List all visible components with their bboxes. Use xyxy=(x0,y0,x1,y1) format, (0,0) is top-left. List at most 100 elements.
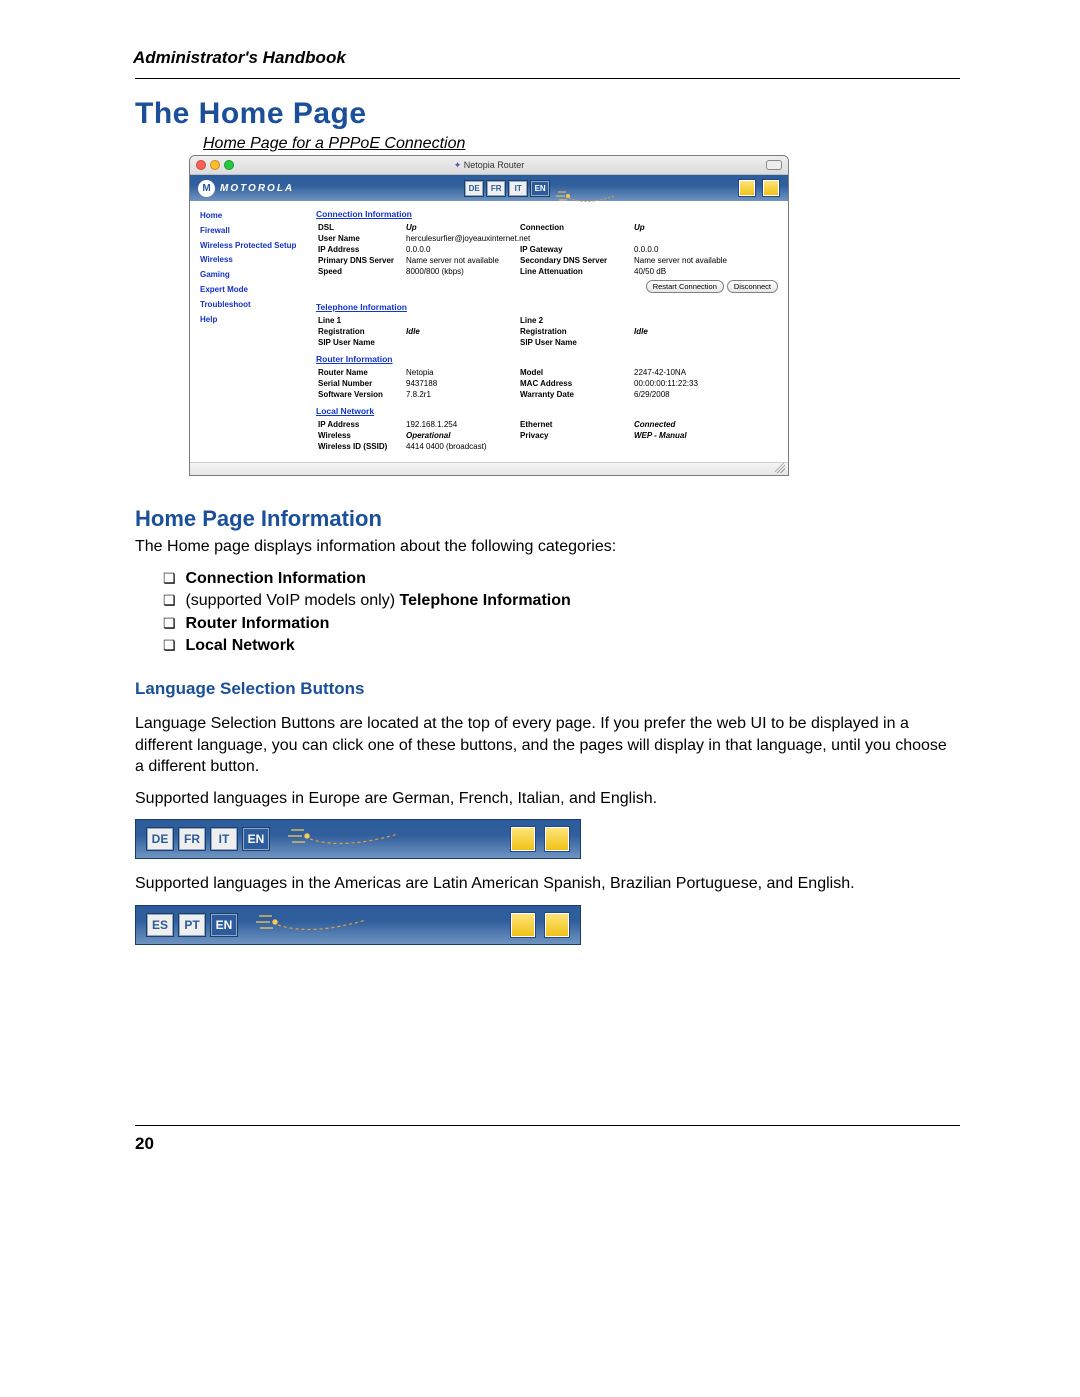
group-title: Connection Information xyxy=(316,209,778,219)
disconnect-button[interactable]: Disconnect xyxy=(727,280,778,293)
cell: Idle xyxy=(404,326,518,337)
lang-button-en[interactable]: EN xyxy=(210,913,238,937)
sidebar-item-gaming[interactable]: Gaming xyxy=(200,268,302,283)
resize-grip-icon[interactable] xyxy=(775,463,785,473)
info-table: DSLUpConnectionUpUser Nameherculesurfier… xyxy=(316,222,778,277)
cell: Primary DNS Server xyxy=(316,255,404,266)
decorative-spark-icon xyxy=(288,820,502,858)
lang-p1: Language Selection Buttons are located a… xyxy=(135,713,960,778)
brand-text: MOTOROLA xyxy=(220,183,294,194)
cell: 7.8.2r1 xyxy=(404,389,518,400)
cell: 00:00:00:11:22:33 xyxy=(632,378,778,389)
cell: Wireless xyxy=(316,430,404,441)
lang-button-pt[interactable]: PT xyxy=(178,913,206,937)
window-title: Netopia Router xyxy=(190,160,788,171)
running-head: Administrator's Handbook xyxy=(133,48,960,68)
lang-button-en[interactable]: EN xyxy=(530,180,550,197)
cell: IP Gateway xyxy=(518,244,632,255)
cell: Connection xyxy=(518,222,632,233)
top-rule xyxy=(135,78,960,79)
lang-button-es[interactable]: ES xyxy=(146,913,174,937)
lang-button-it[interactable]: IT xyxy=(210,827,238,851)
cell: Warranty Date xyxy=(518,389,632,400)
sidebar-item-expert-mode[interactable]: Expert Mode xyxy=(200,283,302,298)
cell: 6/29/2008 xyxy=(632,389,778,400)
router-window: Netopia Router M MOTOROLA DEFRITEN HomeF… xyxy=(189,155,789,476)
router-topbar: M MOTOROLA DEFRITEN xyxy=(190,175,788,201)
cell: DSL xyxy=(316,222,404,233)
cell: Netopia xyxy=(404,367,518,378)
cell: Registration xyxy=(316,326,404,337)
info-table: IP Address192.168.1.254EthernetConnected… xyxy=(316,419,778,452)
cell: SIP User Name xyxy=(518,337,632,348)
info-bullet: Router Information xyxy=(163,613,960,635)
decorative-spark-icon xyxy=(256,906,502,944)
bottom-rule xyxy=(135,1125,960,1126)
lang-bar-europe: DEFRITEN xyxy=(135,819,581,859)
section-title: The Home Page xyxy=(135,97,960,131)
cell: Router Name xyxy=(316,367,404,378)
cell: Speed xyxy=(316,266,404,277)
info-table: Line 1Line 2RegistrationIdleRegistration… xyxy=(316,315,778,348)
sidebar-item-wireless-protected-setup[interactable]: Wireless Protected Setup xyxy=(200,239,302,254)
group-title: Router Information xyxy=(316,354,778,364)
cell: 4414 0400 (broadcast) xyxy=(404,441,518,452)
cell xyxy=(632,441,778,452)
sidebar-item-help[interactable]: Help xyxy=(200,313,302,328)
cell: Operational xyxy=(404,430,518,441)
cell: MAC Address xyxy=(518,378,632,389)
lang-button-de[interactable]: DE xyxy=(146,827,174,851)
language-buttons: DEFRITEN xyxy=(464,180,550,197)
cell: Wireless ID (SSID) xyxy=(316,441,404,452)
cell: Name server not available xyxy=(632,255,778,266)
motorola-logo-icon: M xyxy=(198,180,215,197)
chip-icon xyxy=(544,826,570,852)
cell: 40/50 dB xyxy=(632,266,778,277)
lang-button-fr[interactable]: FR xyxy=(178,827,206,851)
titlebar: Netopia Router xyxy=(190,156,788,175)
cell: IP Address xyxy=(316,244,404,255)
cell: WEP - Manual xyxy=(632,430,778,441)
info-lead: The Home page displays information about… xyxy=(135,536,960,558)
cell: Serial Number xyxy=(316,378,404,389)
cell: 8000/800 (kbps) xyxy=(404,266,518,277)
sidebar-item-home[interactable]: Home xyxy=(200,209,302,224)
page-number: 20 xyxy=(135,1134,960,1154)
cell: Secondary DNS Server xyxy=(518,255,632,266)
lang-p3: Supported languages in the Americas are … xyxy=(135,873,960,895)
topbar-chips xyxy=(738,179,780,197)
cell: Software Version xyxy=(316,389,404,400)
cell: 2247-42-10NA xyxy=(632,367,778,378)
cell xyxy=(404,337,518,348)
info-bullet: (supported VoIP models only) Telephone I… xyxy=(163,590,960,612)
chip-icon xyxy=(738,179,756,197)
lang-p2: Supported languages in Europe are German… xyxy=(135,788,960,810)
cell: Connected xyxy=(632,419,778,430)
cell: Ethernet xyxy=(518,419,632,430)
button-row: Restart ConnectionDisconnect xyxy=(316,277,778,296)
lang-button-en[interactable]: EN xyxy=(242,827,270,851)
lang-button-fr[interactable]: FR xyxy=(486,180,506,197)
sidebar-item-wireless[interactable]: Wireless xyxy=(200,253,302,268)
cell: User Name xyxy=(316,233,404,244)
chip-icon xyxy=(762,179,780,197)
cell xyxy=(632,315,778,326)
cell: Name server not available xyxy=(404,255,518,266)
lang-button-it[interactable]: IT xyxy=(508,180,528,197)
chip-icon xyxy=(544,912,570,938)
info-table: Router NameNetopiaModel2247-42-10NA Seria… xyxy=(316,367,778,400)
cell: 0.0.0.0 xyxy=(404,244,518,255)
cell: 192.168.1.254 xyxy=(404,419,518,430)
cell: 0.0.0.0 xyxy=(632,244,778,255)
sidebar-item-troubleshoot[interactable]: Troubleshoot xyxy=(200,298,302,313)
sidebar-item-firewall[interactable]: Firewall xyxy=(200,224,302,239)
group-title: Local Network xyxy=(316,406,778,416)
restart-connection-button[interactable]: Restart Connection xyxy=(646,280,724,293)
cell: Model xyxy=(518,367,632,378)
lang-heading: Language Selection Buttons xyxy=(135,679,960,699)
cell: Idle xyxy=(632,326,778,337)
info-bullet: Connection Information xyxy=(163,568,960,590)
lang-button-de[interactable]: DE xyxy=(464,180,484,197)
info-heading: Home Page Information xyxy=(135,506,960,532)
cell: Line 1 xyxy=(316,315,404,326)
